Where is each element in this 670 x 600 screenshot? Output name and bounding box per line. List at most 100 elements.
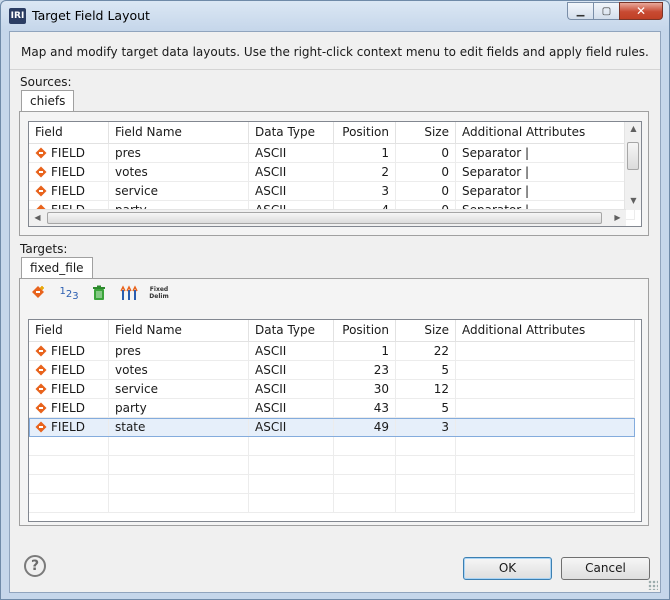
targets-label: Targets:: [20, 242, 68, 256]
scroll-right-icon[interactable]: ▶: [609, 213, 626, 222]
table-row[interactable]: [29, 494, 635, 513]
dialog-description: Map and modify target data layouts. Use …: [21, 45, 649, 59]
field-diamond-icon: [35, 166, 47, 178]
dialog-window: IRI Target Field Layout ▁ ▢ ✕ Map and mo…: [0, 0, 670, 600]
cell-name: votes: [109, 163, 249, 182]
cell-size: [396, 456, 456, 475]
sources-hscroll-thumb[interactable]: [47, 212, 602, 224]
table-row[interactable]: FIELD pres ASCII 1 0 Separator |: [29, 144, 635, 163]
targets-table: Field Field Name Data Type Position Size Addi…: [28, 319, 642, 522]
maximize-button[interactable]: ▢: [593, 2, 619, 20]
table-row[interactable]: FIELD votes ASCII 2 0 Separator |: [29, 163, 635, 182]
sources-vertical-scrollbar[interactable]: ▲ ▼: [624, 122, 641, 210]
table-row[interactable]: FIELD votes ASCII 23 5: [29, 361, 635, 380]
sources-horizontal-scrollbar[interactable]: ◀ ▶: [29, 209, 626, 226]
cell-field: FIELD: [29, 144, 109, 163]
close-button[interactable]: ✕: [619, 2, 663, 20]
fixed-delim-icon: Fixed Delim: [149, 286, 168, 300]
column-header-data-type[interactable]: Data Type: [249, 320, 334, 341]
sources-table-header: Field Field Name Data Type Position Size Addi…: [29, 122, 635, 144]
column-header-size[interactable]: Size: [396, 320, 456, 341]
targets-toolbar: 123 Fixed Delim: [21, 280, 171, 305]
scroll-left-icon[interactable]: ◀: [29, 213, 46, 222]
cell-name: [109, 475, 249, 494]
cell-type: ASCII: [249, 144, 334, 163]
delete-field-button[interactable]: [87, 282, 111, 304]
cell-position: 30: [334, 380, 396, 399]
tab-fixed-file[interactable]: fixed_file: [21, 257, 93, 279]
align-fields-button[interactable]: [117, 282, 141, 304]
field-label: FIELD: [51, 165, 85, 179]
minimize-button[interactable]: ▁: [567, 2, 593, 20]
cell-size: 5: [396, 361, 456, 380]
column-header-position[interactable]: Position: [334, 320, 396, 341]
sources-pane: Field Field Name Data Type Position Size Addi…: [19, 111, 649, 236]
column-header-additional-attributes[interactable]: Additional Attributes: [456, 320, 635, 341]
table-row[interactable]: FIELD service ASCII 30 12: [29, 380, 635, 399]
column-header-field[interactable]: Field: [29, 122, 109, 143]
add-field-icon: [32, 285, 44, 298]
cell-type: ASCII: [249, 163, 334, 182]
scroll-down-icon[interactable]: ▼: [625, 196, 641, 205]
title-bar[interactable]: IRI Target Field Layout ▁ ▢ ✕: [1, 1, 669, 31]
dialog-client-area: Map and modify target data layouts. Use …: [9, 31, 661, 593]
table-row[interactable]: FIELD service ASCII 3 0 Separator |: [29, 182, 635, 201]
cell-attrs: Separator |: [456, 163, 635, 182]
sources-vscroll-thumb[interactable]: [627, 142, 639, 170]
cell-size: [396, 475, 456, 494]
cell-type: ASCII: [249, 418, 334, 437]
cell-name: [109, 494, 249, 513]
table-row[interactable]: FIELD pres ASCII 1 22: [29, 342, 635, 361]
field-diamond-icon: [35, 402, 47, 414]
cell-type: [249, 494, 334, 513]
cell-position: [334, 475, 396, 494]
column-header-field[interactable]: Field: [29, 320, 109, 341]
fixed-delim-bottom-text: Delim: [149, 292, 169, 300]
resize-grip[interactable]: [648, 580, 658, 590]
table-row[interactable]: FIELD state ASCII 49 3: [29, 418, 635, 437]
cell-field: FIELD: [29, 361, 109, 380]
column-header-field-name[interactable]: Field Name: [109, 122, 249, 143]
column-header-position[interactable]: Position: [334, 122, 396, 143]
tab-chiefs[interactable]: chiefs: [21, 90, 75, 112]
scroll-up-icon[interactable]: ▲: [625, 124, 641, 133]
table-row[interactable]: [29, 437, 635, 456]
cell-field: FIELD: [29, 418, 109, 437]
field-diamond-icon: [35, 345, 47, 357]
column-header-additional-attributes[interactable]: Additional Attributes: [456, 122, 635, 143]
field-label: FIELD: [51, 146, 85, 160]
cell-size: 5: [396, 399, 456, 418]
header-separator: [10, 69, 660, 70]
table-row[interactable]: [29, 475, 635, 494]
align-fields-icon: [120, 284, 138, 300]
field-label: FIELD: [51, 382, 85, 396]
cell-name: service: [109, 182, 249, 201]
table-row[interactable]: FIELD party ASCII 43 5: [29, 399, 635, 418]
cancel-button[interactable]: Cancel: [561, 557, 650, 580]
column-header-data-type[interactable]: Data Type: [249, 122, 334, 143]
cell-attrs: [456, 342, 635, 361]
table-row[interactable]: [29, 456, 635, 475]
cell-field: FIELD: [29, 342, 109, 361]
cell-name: [109, 456, 249, 475]
cell-type: ASCII: [249, 399, 334, 418]
cell-size: 0: [396, 144, 456, 163]
renumber-button[interactable]: 123: [57, 282, 81, 304]
field-label: FIELD: [51, 401, 85, 415]
cell-name: service: [109, 380, 249, 399]
column-header-size[interactable]: Size: [396, 122, 456, 143]
trash-icon: [93, 285, 105, 300]
cell-type: ASCII: [249, 380, 334, 399]
ok-button[interactable]: OK: [463, 557, 552, 580]
cell-type: ASCII: [249, 342, 334, 361]
cell-attrs: [456, 361, 635, 380]
field-label: FIELD: [51, 420, 85, 434]
renumber-123-icon: 123: [59, 285, 79, 302]
cell-field: [29, 494, 109, 513]
add-field-button[interactable]: [27, 282, 51, 304]
cell-field: FIELD: [29, 182, 109, 201]
cell-type: [249, 437, 334, 456]
help-icon[interactable]: ?: [24, 555, 46, 577]
fixed-delim-button[interactable]: Fixed Delim: [147, 282, 171, 304]
column-header-field-name[interactable]: Field Name: [109, 320, 249, 341]
